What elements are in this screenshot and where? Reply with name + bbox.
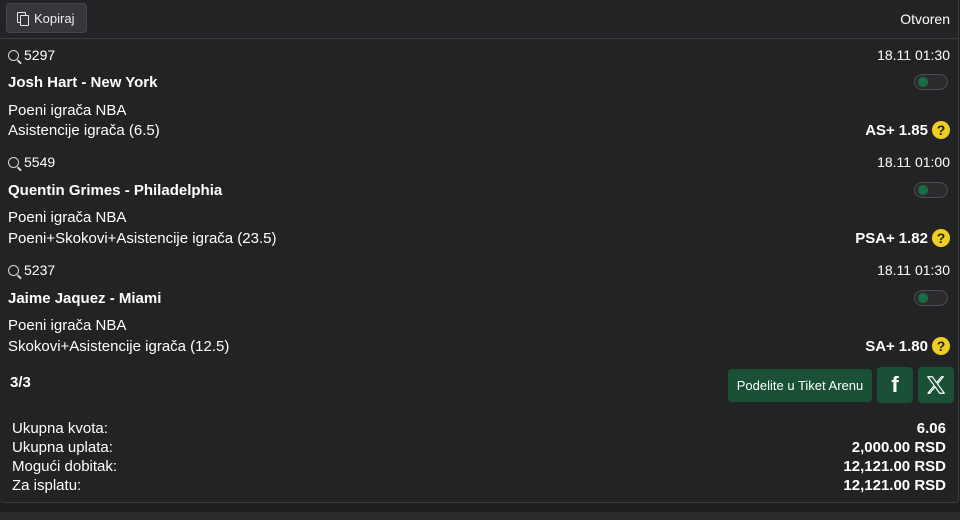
bet-toggle[interactable] [914, 290, 948, 306]
facebook-icon: f [891, 372, 899, 397]
copy-icon [17, 12, 29, 26]
search-badge-icon [8, 49, 19, 61]
bet-odds-value: 1.80 [898, 337, 928, 355]
bet-code: 5237 [8, 262, 55, 278]
bet-3-player-row: Jaime Jaquez - Miami [8, 288, 950, 308]
summary-row-total-stake: Ukupna uplata: 2,000.00 RSD [12, 438, 946, 457]
bet-market: Skokovi+Asistencije igrača (12.5) [8, 337, 230, 355]
search-badge-icon [8, 156, 19, 168]
bet-pick: SA+ [865, 337, 895, 355]
summary-label: Za isplatu: [12, 477, 82, 494]
summary-row-total-odds: Ukupna kvota: 6.06 [12, 419, 946, 438]
toggle-knob [918, 77, 928, 87]
bet-code: 5297 [8, 47, 55, 63]
bet-toggle[interactable] [914, 182, 948, 198]
summary-value: 6.06 [916, 420, 946, 437]
bet-category: Poeni igrača NBA [8, 208, 127, 226]
question-icon[interactable]: ? [932, 337, 950, 355]
bet-2-meta: 5549 18.11 01:00 [8, 152, 950, 172]
bet-datetime: 18.11 01:30 [877, 262, 950, 278]
x-share-button[interactable] [918, 367, 954, 403]
bet-2-market-row: Poeni+Skokovi+Asistencije igrača (23.5) … [8, 228, 950, 248]
copy-button[interactable]: Kopiraj [6, 3, 88, 33]
bet-code-value: 5297 [24, 47, 56, 63]
player-name: Jaime Jaquez - Miami [8, 289, 162, 307]
summary-value: 2,000.00 RSD [851, 439, 946, 456]
summary-value: 12,121.00 RSD [843, 458, 946, 475]
bet-code-value: 5549 [24, 154, 56, 170]
bet-pick: AS+ [865, 121, 895, 139]
bet-datetime: 18.11 01:30 [877, 47, 950, 63]
question-icon[interactable]: ? [932, 229, 950, 247]
bet-odds: PSA+ 1.82 ? [855, 229, 950, 247]
bet-pick: PSA+ [855, 229, 895, 247]
copy-button-label: Kopiraj [34, 10, 75, 26]
bet-market: Asistencije igrača (6.5) [8, 121, 160, 139]
facebook-share-button[interactable]: f [877, 367, 913, 403]
share-tiket-arena-button[interactable]: Podelite u Tiket Arenu [728, 369, 872, 402]
bet-odds-value: 1.85 [898, 121, 928, 139]
bet-count: 3/3 [10, 374, 31, 391]
bet-market: Poeni+Skokovi+Asistencije igrača (23.5) [8, 229, 277, 247]
summary-value: 12,121.00 RSD [843, 477, 946, 494]
bet-1-player-row: Josh Hart - New York [8, 72, 950, 92]
search-badge-icon [8, 264, 19, 276]
summary-row-potential-win: Mogući dobitak: 12,121.00 RSD [12, 457, 946, 476]
bet-toggle[interactable] [914, 74, 948, 90]
ticket-summary: Ukupna kvota: 6.06 Ukupna uplata: 2,000.… [12, 419, 946, 495]
question-icon[interactable]: ? [932, 121, 950, 139]
bet-3-market-row: Skokovi+Asistencije igrača (12.5) SA+ 1.… [8, 336, 950, 356]
summary-label: Mogući dobitak: [12, 458, 118, 475]
bet-datetime: 18.11 01:00 [877, 154, 950, 170]
bet-1-meta: 5297 18.11 01:30 [8, 45, 950, 65]
bet-3-category-row: Poeni igrača NBA [8, 315, 950, 335]
player-name: Quentin Grimes - Philadelphia [8, 181, 223, 199]
bet-code: 5549 [8, 154, 55, 170]
summary-row-payout: Za isplatu: 12,121.00 RSD [12, 476, 946, 495]
toggle-knob [918, 185, 928, 195]
bet-odds: AS+ 1.85 ? [865, 121, 950, 139]
bet-category: Poeni igrača NBA [8, 316, 127, 334]
toggle-knob [918, 293, 928, 303]
bet-odds-value: 1.82 [898, 229, 928, 247]
ticket-panel: Kopiraj Otvoren 5297 18.11 01:30 Josh Ha… [0, 0, 959, 503]
bet-2-category-row: Poeni igrača NBA [8, 207, 950, 227]
bet-code-value: 5237 [24, 262, 56, 278]
bet-1-market-row: Asistencije igrača (6.5) AS+ 1.85 ? [8, 120, 950, 140]
bet-1-category-row: Poeni igrača NBA [8, 100, 950, 120]
summary-label: Ukupna uplata: [12, 439, 113, 456]
bet-3-meta: 5237 18.11 01:30 [8, 260, 950, 280]
bottom-strip [0, 512, 960, 520]
bet-2-player-row: Quentin Grimes - Philadelphia [8, 180, 950, 200]
x-logo-icon [927, 376, 945, 394]
ticket-status: Otvoren [900, 11, 950, 27]
player-name: Josh Hart - New York [8, 73, 158, 91]
bet-category: Poeni igrača NBA [8, 101, 127, 119]
ticket-header: Kopiraj Otvoren [0, 0, 958, 39]
summary-label: Ukupna kvota: [12, 420, 108, 437]
bet-odds: SA+ 1.80 ? [865, 337, 950, 355]
